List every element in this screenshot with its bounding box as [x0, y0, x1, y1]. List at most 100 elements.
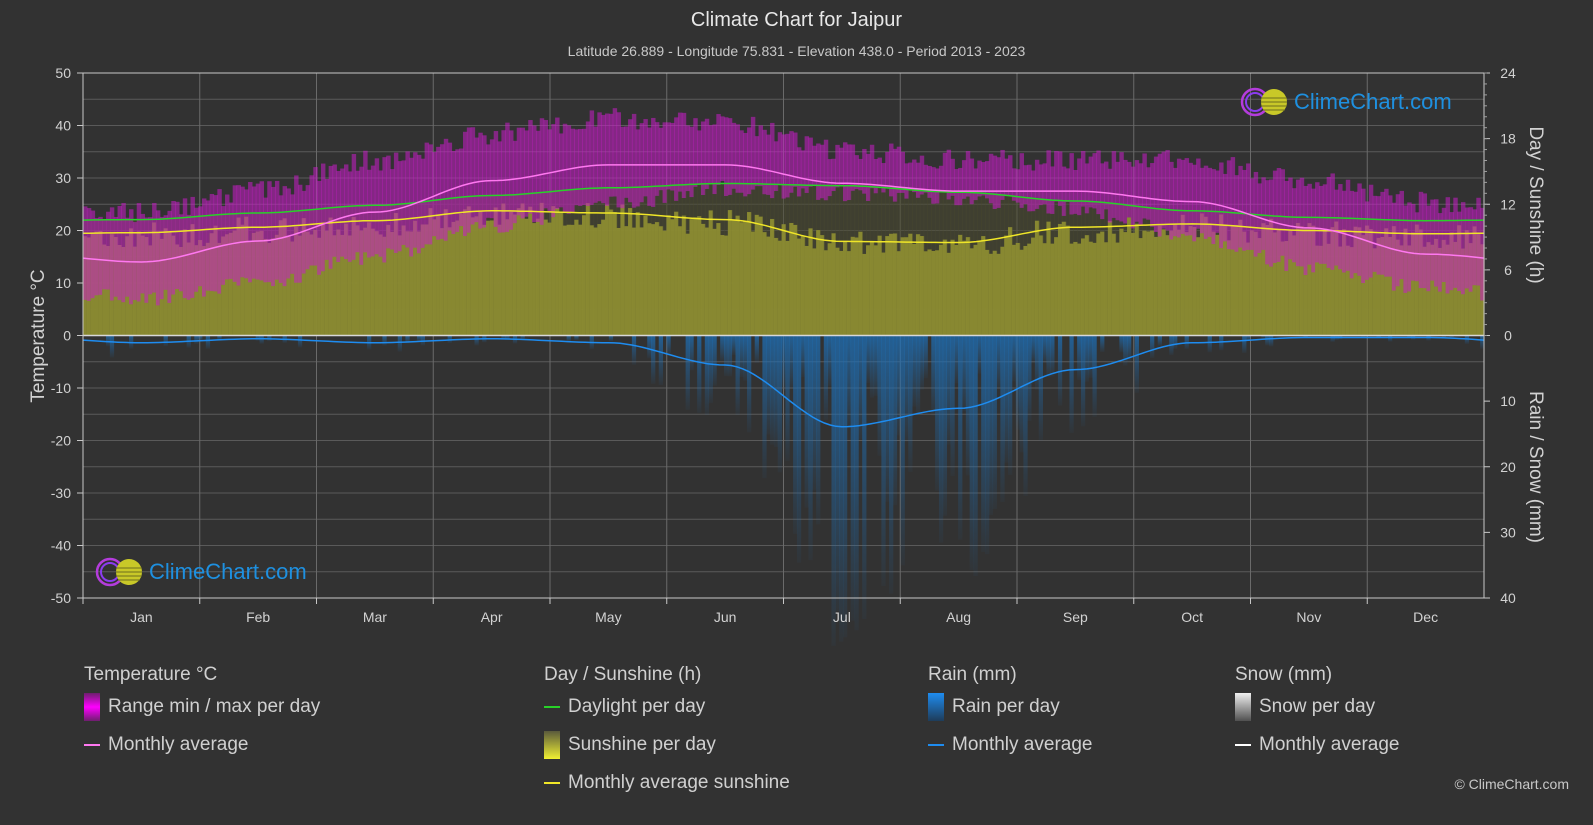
- rain-bar: [1207, 335, 1212, 353]
- temp-range-bar: [225, 194, 230, 280]
- temp-range-bar: [781, 134, 787, 199]
- x-tick-label: Sep: [1063, 609, 1088, 625]
- sunshine-bar: [631, 227, 637, 336]
- legend-label: Sunshine per day: [568, 734, 716, 755]
- sunshine-bar: [804, 245, 810, 336]
- sunshine-bar: [869, 242, 875, 336]
- temp-range-bar: [793, 132, 798, 187]
- rain-bar: [1088, 335, 1093, 378]
- temp-range-bar: [708, 125, 714, 185]
- rain-bar: [712, 335, 717, 386]
- logo-top-right[interactable]: ClimeChart.com: [1240, 86, 1452, 118]
- rain-bar: [846, 335, 852, 428]
- sunshine-bar: [524, 218, 529, 336]
- rain-bar: [724, 335, 729, 377]
- temp-range-bar: [1027, 164, 1032, 212]
- sunshine-bar: [447, 227, 453, 336]
- temp-range-bar: [1345, 179, 1351, 271]
- temp-range-bar: [294, 175, 299, 283]
- temp-range-bar: [121, 203, 126, 303]
- rain-bar: [831, 335, 836, 646]
- sunshine-bar: [965, 237, 971, 336]
- rain-bar: [793, 335, 798, 534]
- sunshine-bar: [977, 240, 982, 336]
- temp-range-bar: [1460, 202, 1466, 295]
- sunshine-bar: [1111, 233, 1117, 336]
- temp-range-bar: [1434, 199, 1439, 287]
- y-right-top-tick-label: 12: [1500, 196, 1516, 212]
- sunshine-bar: [1127, 217, 1132, 336]
- temp-range-bar: [904, 163, 909, 199]
- rain-bar: [977, 335, 982, 374]
- rain-bar: [789, 335, 794, 390]
- sunshine-bar: [1207, 224, 1213, 336]
- temp-range-bar: [466, 127, 472, 233]
- temp-range-bar: [973, 168, 978, 201]
- legend-title: Temperature °C: [84, 664, 218, 685]
- temp-range-bar: [516, 127, 522, 216]
- rain-bar: [919, 335, 924, 390]
- temp-range-bar: [819, 144, 825, 199]
- temp-range-bar: [1119, 152, 1124, 222]
- sunshine-bar: [1034, 220, 1040, 336]
- legend-label: Monthly average: [108, 734, 249, 755]
- sunshine-bar: [727, 210, 733, 336]
- temp-range-bar: [1092, 153, 1097, 209]
- temp-range-bar: [1000, 149, 1005, 200]
- temp-range-bar: [98, 216, 103, 295]
- sunshine-bar: [735, 215, 740, 336]
- sunshine-bar: [954, 244, 959, 336]
- temp-range-bar: [167, 210, 172, 303]
- temp-range-bar: [424, 142, 430, 245]
- sunshine-bar: [505, 219, 510, 336]
- sunshine-bar: [1107, 220, 1113, 336]
- sunshine-bar: [574, 219, 579, 336]
- sunshine-bar: [677, 226, 683, 336]
- rain-bar: [1038, 335, 1043, 441]
- sunshine-bar: [938, 244, 944, 336]
- temp-range-bar: [827, 159, 833, 197]
- temp-range-bar: [704, 118, 710, 189]
- sunshine-bar: [1142, 230, 1147, 336]
- sunshine-bar: [635, 212, 641, 336]
- copyright: © ClimeChart.com: [1454, 776, 1569, 792]
- legend-item: Sunshine per day: [544, 726, 790, 764]
- sunshine-bar: [904, 237, 909, 336]
- rain-bar: [297, 335, 303, 348]
- rain-bar: [839, 335, 844, 642]
- sunshine-bar: [766, 236, 771, 336]
- rain-bar: [1023, 335, 1028, 496]
- temp-range-bar: [543, 120, 549, 209]
- rain-bar: [869, 335, 875, 398]
- sunshine-bar: [689, 219, 694, 336]
- temp-range-bar: [965, 151, 971, 197]
- rain-bar: [912, 335, 917, 407]
- logo-bottom-left[interactable]: ClimeChart.com: [95, 556, 307, 588]
- temp-range-bar: [896, 146, 902, 193]
- temp-range-bar: [654, 122, 660, 196]
- temp-range-bar: [670, 122, 675, 191]
- temp-range-bar: [1165, 150, 1170, 231]
- sunshine-bar: [823, 250, 829, 336]
- temp-range-bar: [735, 124, 740, 193]
- sunshine-bar: [1246, 242, 1251, 336]
- sunshine-bar: [1000, 246, 1005, 336]
- y-right-top-tick-label: 0: [1504, 328, 1512, 344]
- sunshine-bar: [973, 244, 978, 336]
- legend-label: Monthly average: [952, 734, 1093, 755]
- rain-bar: [835, 335, 840, 612]
- temp-range-bar: [340, 168, 345, 257]
- sunshine-bar: [885, 236, 890, 336]
- temp-range-bar: [317, 180, 322, 275]
- temp-range-bar: [770, 122, 775, 199]
- sunshine-bar: [616, 227, 621, 336]
- legend-label: Monthly average sunshine: [568, 772, 790, 793]
- temp-range-bar: [885, 151, 890, 189]
- temp-range-bar: [1111, 151, 1117, 218]
- temp-range-bar: [374, 158, 380, 255]
- temp-range-bar: [1008, 155, 1013, 196]
- rain-bar: [109, 335, 115, 358]
- x-tick-label: Jul: [833, 609, 851, 625]
- sunshine-bar: [639, 227, 644, 336]
- temp-range-bar: [950, 158, 955, 196]
